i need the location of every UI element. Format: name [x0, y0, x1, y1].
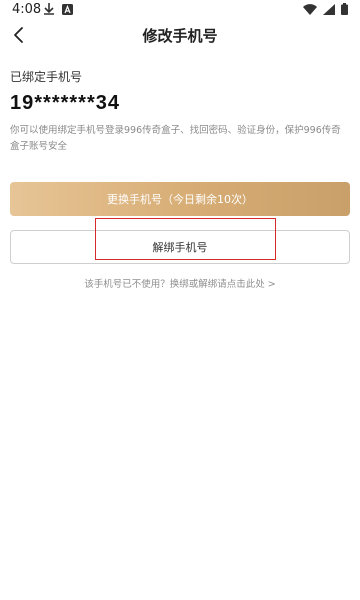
status-icons-left — [44, 3, 73, 15]
header: 修改手机号 — [0, 20, 360, 50]
unbind-phone-button[interactable]: 解绑手机号 — [10, 230, 350, 264]
change-phone-button[interactable]: 更换手机号（今日剩余10次） — [10, 182, 350, 216]
bound-phone-label: 已绑定手机号 — [10, 70, 83, 84]
help-link[interactable]: 该手机号已不使用？换绑或解绑请点击此处 > — [0, 276, 360, 290]
binding-description: 你可以使用绑定手机号登录996传奇盒子、找回密码、验证身份，保护996传奇盒子账… — [10, 125, 341, 152]
wifi-icon — [303, 3, 317, 15]
signal-icon — [323, 3, 335, 15]
a-badge-icon — [62, 3, 73, 15]
status-time: 4:08 — [12, 2, 42, 17]
status-bar: 4:08 — [0, 0, 360, 20]
download-icon — [44, 3, 54, 15]
battery-icon — [341, 3, 348, 15]
status-icons-right — [303, 3, 348, 15]
bound-phone-number: 19*******34 — [10, 92, 120, 114]
page-title: 修改手机号 — [142, 27, 218, 45]
